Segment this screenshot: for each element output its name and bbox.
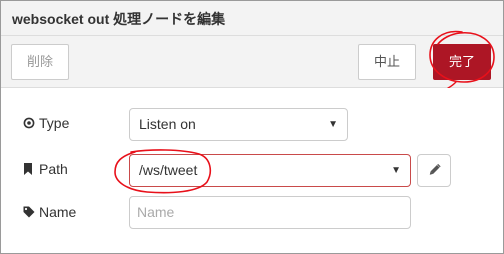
edit-node-dialog: websocket out 処理ノードを編集 削除 中止 完了 Type Lis… — [0, 0, 504, 254]
type-label: Type — [23, 115, 69, 132]
edit-path-button[interactable] — [417, 154, 451, 187]
radio-circle-icon — [23, 116, 35, 132]
dialog-title: websocket out 処理ノードを編集 — [12, 11, 226, 27]
path-label-text: Path — [39, 161, 68, 177]
cancel-button[interactable]: 中止 — [358, 44, 416, 80]
path-select[interactable]: /ws/tweet ▼ — [129, 154, 411, 187]
dialog-toolbar: 削除 中止 完了 — [1, 36, 503, 88]
name-input[interactable]: Name — [129, 196, 411, 229]
node-properties-form: Type Listen on ▼ Path /ws/tweet ▼ Name N… — [1, 88, 503, 253]
path-label: Path — [23, 161, 68, 178]
tag-icon — [23, 205, 35, 221]
chevron-down-icon: ▼ — [391, 165, 401, 176]
dialog-header: websocket out 処理ノードを編集 — [1, 1, 503, 36]
type-label-text: Type — [39, 115, 70, 131]
delete-button[interactable]: 削除 — [11, 44, 69, 80]
bookmark-icon — [23, 162, 35, 178]
type-select-value: Listen on — [139, 116, 196, 132]
name-input-placeholder: Name — [137, 204, 175, 220]
name-label-text: Name — [39, 204, 77, 220]
name-label: Name — [23, 204, 76, 221]
type-select[interactable]: Listen on ▼ — [129, 108, 348, 141]
pencil-icon — [429, 163, 441, 175]
chevron-down-icon: ▼ — [328, 119, 338, 130]
done-button[interactable]: 完了 — [433, 44, 491, 80]
path-select-value: /ws/tweet — [139, 162, 198, 178]
